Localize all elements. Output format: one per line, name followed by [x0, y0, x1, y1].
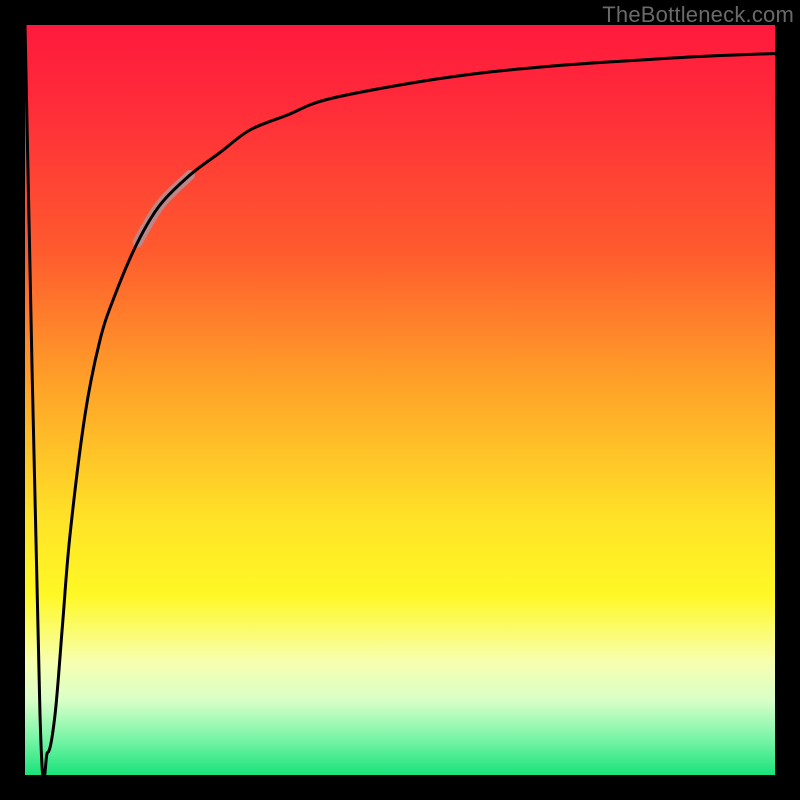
- plot-area: [25, 25, 775, 775]
- chart-frame: TheBottleneck.com: [0, 0, 800, 800]
- bottleneck-curve: [25, 25, 775, 781]
- curve-layer: [25, 25, 775, 781]
- curve-svg: [25, 25, 775, 775]
- highlight-segment: [138, 175, 191, 243]
